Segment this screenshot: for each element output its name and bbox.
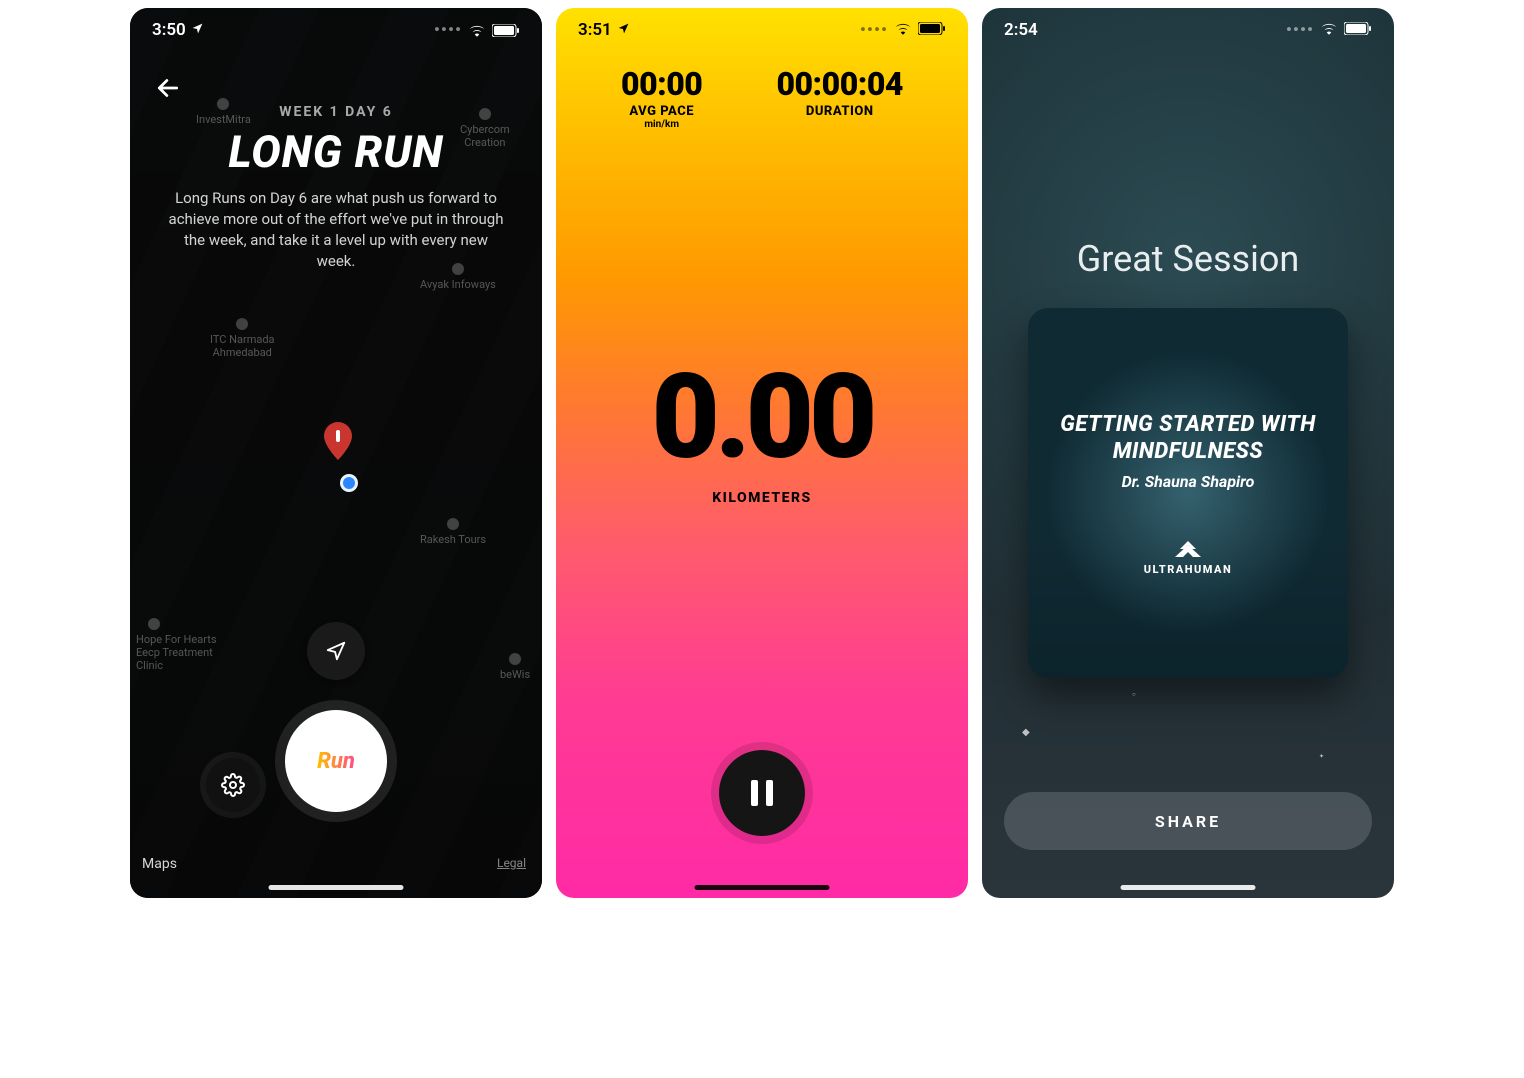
session-heading: Great Session (982, 238, 1394, 280)
status-bar: 2:54 •••• (982, 8, 1394, 52)
run-button-label: Run (317, 749, 355, 774)
status-time: 3:50 (152, 20, 186, 40)
session-author: Dr. Shauna Shapiro (1122, 472, 1255, 491)
map-pin-icon (324, 422, 352, 460)
avg-pace-label: AVG PACE (621, 104, 702, 119)
user-location-dot-icon (340, 474, 358, 492)
settings-button[interactable] (206, 758, 260, 812)
location-services-icon (617, 20, 630, 40)
screen-session-complete: 2:54 •••• Great Session GETTING STARTED … (982, 8, 1394, 898)
pause-icon (751, 780, 758, 806)
location-arrow-icon (325, 640, 347, 662)
session-title: GETTING STARTED WITH MINDFULNESS (1056, 411, 1320, 466)
pause-button[interactable] (719, 750, 805, 836)
avg-pace-unit: min/km (621, 119, 702, 130)
session-card[interactable]: GETTING STARTED WITH MINDFULNESS Dr. Sha… (1028, 308, 1348, 678)
back-button[interactable] (148, 68, 188, 108)
wifi-icon (894, 20, 912, 40)
start-run-button[interactable]: Run (285, 710, 387, 812)
distance-label: KILOMETERS (556, 490, 968, 506)
duration-value: 00:00:04 (776, 68, 903, 100)
home-indicator[interactable] (1121, 885, 1256, 890)
status-time: 2:54 (1004, 20, 1038, 40)
duration-metric: 00:00:04 DURATION (776, 68, 903, 130)
screen-run-overview: 3:50 •••• WEEK 1 DAY 6 LONG RUN Long Run… (130, 8, 542, 898)
battery-icon (918, 20, 946, 40)
distance-block: 0.00 KILOMETERS (556, 358, 968, 506)
decorative-particle: ◆ (1022, 727, 1030, 738)
wifi-icon (1320, 20, 1338, 40)
pause-icon (766, 780, 773, 806)
share-button[interactable]: SHARE (1004, 792, 1372, 850)
signal-dots-icon: •••• (1286, 20, 1314, 40)
recenter-button[interactable] (307, 622, 365, 680)
battery-icon (492, 24, 520, 37)
arrow-left-icon (155, 75, 181, 101)
run-header: WEEK 1 DAY 6 LONG RUN Long Runs on Day 6… (130, 104, 542, 272)
ultrahuman-logo-icon (1175, 539, 1201, 557)
map-poi: Rakesh Tours (420, 518, 486, 546)
distance-value: 0.00 (556, 358, 968, 476)
decorative-particle: ✦ (1319, 753, 1324, 760)
screen-run-active: 3:51 •••• 00:00 AVG PACE min/km 00:00:04… (556, 8, 968, 898)
signal-dots-icon: •••• (860, 20, 888, 40)
duration-label: DURATION (776, 104, 903, 119)
battery-icon (1344, 20, 1372, 40)
legal-link[interactable]: Legal (497, 856, 526, 870)
signal-dots-icon: •••• (434, 20, 462, 40)
avg-pace-metric: 00:00 AVG PACE min/km (621, 68, 702, 130)
run-title: LONG RUN (166, 126, 506, 178)
run-description: Long Runs on Day 6 are what push us forw… (166, 188, 506, 272)
week-day-label: WEEK 1 DAY 6 (166, 104, 506, 120)
metrics-row: 00:00 AVG PACE min/km 00:00:04 DURATION (556, 68, 968, 130)
map-poi: Hope For Hearts Eecp Treatment Clinic (136, 618, 217, 673)
home-indicator[interactable] (695, 885, 830, 890)
map-poi: ITC Narmada Ahmedabad (210, 318, 275, 359)
map-poi: beWis (500, 653, 530, 681)
gear-icon (221, 773, 245, 797)
location-services-icon (191, 20, 204, 40)
brand-mark: ULTRAHUMAN (1144, 539, 1232, 576)
home-indicator[interactable] (269, 885, 404, 890)
status-bar: 3:50 •••• (130, 8, 542, 52)
avg-pace-value: 00:00 (621, 68, 702, 100)
wifi-icon (468, 23, 486, 37)
status-bar: 3:51 •••• (556, 8, 968, 52)
decorative-particle: ○ (1132, 691, 1136, 698)
map-credit: Maps (142, 856, 177, 872)
status-time: 3:51 (578, 20, 612, 40)
share-label: SHARE (1155, 812, 1221, 831)
